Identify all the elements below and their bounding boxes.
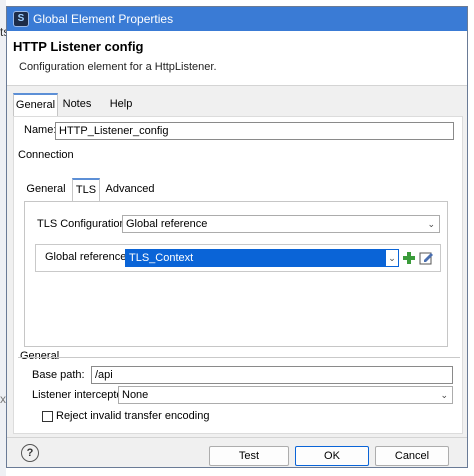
add-icon[interactable] [402, 251, 416, 265]
tab-help[interactable]: Help [99, 93, 143, 117]
base-path-input[interactable]: /api [91, 366, 453, 384]
tls-configuration-label: TLS Configuration [37, 218, 126, 230]
tab-general[interactable]: General [13, 93, 58, 117]
reject-invalid-encoding-label: Reject invalid transfer encoding [56, 410, 210, 422]
tab-notes[interactable]: Notes [59, 93, 95, 117]
page-title: HTTP Listener config [13, 39, 144, 54]
connection-tabs: General TLS Advanced [24, 178, 224, 202]
listener-interceptors-select[interactable]: None ⌄ [118, 386, 453, 404]
ok-button[interactable]: OK [295, 446, 369, 466]
global-reference-value: TLS_Context [129, 252, 194, 264]
chevron-down-icon: ⌄ [440, 390, 448, 400]
main-tabs: General Notes Help [13, 93, 213, 117]
global-reference-label: Global reference: [45, 251, 130, 263]
header-banner: HTTP Listener config Configuration eleme… [7, 31, 467, 86]
cancel-button[interactable]: Cancel [375, 446, 449, 466]
window-title: Global Element Properties [33, 12, 174, 26]
tls-configuration-select[interactable]: Global reference ⌄ [122, 215, 440, 233]
global-reference-select[interactable]: TLS_Context ⌄ [125, 249, 399, 267]
edit-icon[interactable] [419, 250, 434, 265]
connection-label: Connection [18, 149, 74, 161]
tls-tab-panel: TLS Configuration Global reference ⌄ Glo… [24, 201, 448, 347]
listener-interceptors-value: None [122, 389, 149, 401]
tab-tls[interactable]: TLS [72, 178, 100, 202]
global-reference-row: Global reference: TLS_Context ⌄ [35, 244, 441, 272]
help-icon[interactable]: ? [21, 444, 39, 462]
listener-interceptors-label: Listener interceptors [32, 389, 132, 401]
global-element-properties-dialog: S Global Element Properties HTTP Listene… [6, 6, 468, 468]
general-tab-panel: Name: HTTP_Listener_config Connection Ge… [13, 116, 463, 434]
reject-invalid-encoding-checkbox[interactable] [42, 411, 53, 422]
base-path-label: Base path: [32, 369, 85, 381]
name-label: Name: [24, 124, 57, 136]
app-icon: S [13, 11, 29, 27]
chevron-down-icon: ⌄ [386, 250, 398, 266]
title-bar[interactable]: S Global Element Properties [7, 7, 467, 31]
tls-configuration-value: Global reference [126, 218, 208, 230]
tab-advanced[interactable]: Advanced [104, 178, 156, 202]
test-connection-button[interactable]: Test Connection... [209, 446, 289, 466]
tab-connection-general[interactable]: General [24, 178, 68, 202]
page-description: Configuration element for a HttpListener… [19, 61, 217, 73]
name-input[interactable]: HTTP_Listener_config [55, 122, 454, 140]
chevron-down-icon: ⌄ [427, 219, 435, 229]
dialog-footer: ? Test Connection... OK Cancel [7, 437, 467, 467]
